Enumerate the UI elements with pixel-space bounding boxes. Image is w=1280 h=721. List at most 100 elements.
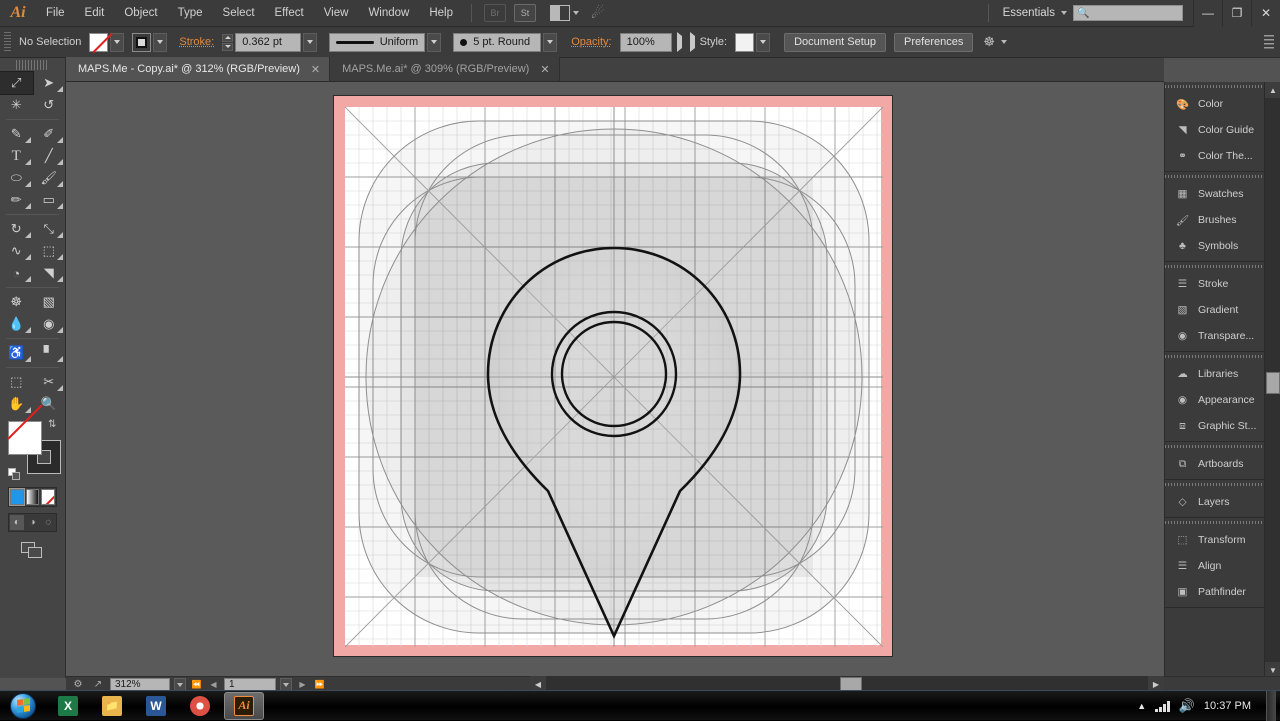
pencil-tool[interactable]: ✏ xyxy=(0,189,33,211)
menu-effect[interactable]: Effect xyxy=(265,0,314,27)
panel-pathfinder[interactable]: ▣ Pathfinder xyxy=(1165,579,1264,605)
curvature-tool[interactable]: ✐ xyxy=(33,123,66,145)
opacity-input[interactable]: 100% xyxy=(620,33,672,52)
fill-color-swatch-none[interactable] xyxy=(8,421,42,455)
blend-tool[interactable]: ◉ xyxy=(33,313,66,335)
stock-icon[interactable]: St xyxy=(514,4,536,22)
panel-menu-icon[interactable] xyxy=(1264,35,1274,49)
selection-tool[interactable]: ⤢ xyxy=(0,72,33,94)
stroke-profile-select[interactable]: Uniform xyxy=(329,33,425,52)
close-button[interactable]: ✕ xyxy=(1251,0,1280,27)
fill-swatch-none-icon[interactable] xyxy=(89,33,108,52)
menu-window[interactable]: Window xyxy=(358,0,419,27)
panel-transform[interactable]: ⬚ Transform xyxy=(1165,527,1264,553)
fill-swatch-group[interactable] xyxy=(89,33,124,52)
stroke-swatch-icon[interactable] xyxy=(132,33,151,52)
close-icon[interactable]: ✕ xyxy=(540,63,549,76)
scale-tool[interactable]: ⤡ xyxy=(33,218,66,240)
bridge-icon[interactable]: Br xyxy=(484,4,506,22)
panel-align[interactable]: ☰ Align xyxy=(1165,553,1264,579)
artboard-tool[interactable]: ⬚ xyxy=(0,371,33,393)
hscroll-thumb[interactable] xyxy=(840,677,862,691)
control-bar-overflow[interactable] xyxy=(1264,35,1280,49)
document-canvas[interactable] xyxy=(66,82,1164,678)
workspace-chevron-down-icon[interactable] xyxy=(1061,11,1067,15)
menu-object[interactable]: Object xyxy=(114,0,167,27)
start-button[interactable] xyxy=(0,691,46,721)
taskbar-item-chrome[interactable] xyxy=(180,692,220,720)
panel-color-themes[interactable]: ⚭ Color The... xyxy=(1165,143,1264,169)
panel-artboards[interactable]: ⧉ Artboards xyxy=(1165,451,1264,477)
free-transform-tool[interactable]: ⬚ xyxy=(33,240,66,262)
eraser-tool[interactable]: ▭ xyxy=(33,189,66,211)
menu-help[interactable]: Help xyxy=(419,0,463,27)
dock-group-grip[interactable] xyxy=(1165,82,1264,91)
stroke-weight-stepper[interactable] xyxy=(222,34,233,51)
show-desktop-button[interactable] xyxy=(1266,691,1276,721)
dock-group-grip[interactable] xyxy=(1165,352,1264,361)
style-flyout-icon[interactable] xyxy=(687,36,698,48)
fill-dropdown-button[interactable] xyxy=(110,33,124,52)
symbol-sprayer-tool[interactable]: ♿ xyxy=(0,342,33,364)
panel-libraries[interactable]: ☁ Libraries xyxy=(1165,361,1264,387)
clock[interactable]: 10:37 PM xyxy=(1204,700,1251,712)
menu-view[interactable]: View xyxy=(314,0,359,27)
line-segment-tool[interactable]: ╱ xyxy=(33,145,66,167)
panel-gradient[interactable]: ▧ Gradient xyxy=(1165,297,1264,323)
vertical-scrollbar[interactable]: ▲ ▼ xyxy=(1264,82,1280,678)
column-graph-tool[interactable]: ▘ xyxy=(33,342,66,364)
network-icon[interactable] xyxy=(1155,700,1170,712)
taskbar-item-file-explorer[interactable]: 📁 xyxy=(92,692,132,720)
opacity-flyout-icon[interactable] xyxy=(672,36,687,48)
panel-transparency[interactable]: ◉ Transpare... xyxy=(1165,323,1264,349)
dock-group-grip[interactable] xyxy=(1165,442,1264,451)
tools-panel-grip[interactable] xyxy=(16,60,49,70)
arrange-documents-button[interactable] xyxy=(548,4,581,22)
shape-builder-tool[interactable]: ◔ xyxy=(0,262,33,284)
workspace-label[interactable]: Essentials xyxy=(997,7,1061,19)
artboard-1[interactable] xyxy=(333,95,893,657)
panel-stroke[interactable]: ☰ Stroke xyxy=(1165,271,1264,297)
panel-swatches[interactable]: ▦ Swatches xyxy=(1165,181,1264,207)
show-hidden-icons-button[interactable]: ▲ xyxy=(1137,701,1146,711)
taskbar-item-illustrator[interactable]: Ai xyxy=(224,692,264,720)
minimize-button[interactable]: — xyxy=(1193,0,1222,27)
panel-graphic-styles[interactable]: ⧈ Graphic St... xyxy=(1165,413,1264,439)
menu-file[interactable]: File xyxy=(36,0,75,27)
color-button[interactable] xyxy=(10,489,24,505)
menu-type[interactable]: Type xyxy=(168,0,213,27)
dock-group-grip[interactable] xyxy=(1165,518,1264,527)
document-tab-active[interactable]: MAPS.Me - Copy.ai* @ 312% (RGB/Preview) … xyxy=(66,57,330,81)
panel-brushes[interactable]: 🖌 Brushes xyxy=(1165,207,1264,233)
lasso-tool[interactable]: ↺ xyxy=(33,94,66,116)
search-input[interactable]: 🔍 xyxy=(1073,5,1183,21)
scroll-up-button[interactable]: ▲ xyxy=(1265,82,1280,98)
menu-edit[interactable]: Edit xyxy=(75,0,115,27)
align-chevron-down-icon[interactable] xyxy=(1001,40,1007,44)
stroke-dropdown-button[interactable] xyxy=(153,33,167,52)
magic-wand-tool[interactable]: ✳ xyxy=(0,94,33,116)
swap-fill-stroke-icon[interactable]: ⇅ xyxy=(48,419,56,430)
brush-dropdown-button[interactable] xyxy=(543,33,557,52)
slice-tool[interactable]: ✂ xyxy=(33,371,66,393)
type-tool[interactable]: T xyxy=(0,145,33,167)
mesh-tool[interactable]: ☸ xyxy=(0,291,33,313)
change-screen-mode-button[interactable] xyxy=(21,542,45,560)
stroke-swatch-group[interactable] xyxy=(132,33,167,52)
document-setup-button[interactable]: Document Setup xyxy=(784,33,886,52)
dock-group-grip[interactable] xyxy=(1165,480,1264,489)
ellipse-tool[interactable]: ⬭ xyxy=(0,167,33,189)
align-flyout-icon[interactable]: ☸ xyxy=(983,34,995,50)
direct-selection-tool[interactable]: ➤ xyxy=(33,72,66,94)
document-tab-second[interactable]: MAPS.Me.ai* @ 309% (RGB/Preview) ✕ xyxy=(330,57,559,81)
default-fill-stroke-icon[interactable] xyxy=(8,468,21,481)
brush-definition-select[interactable]: 5 pt. Round xyxy=(453,33,541,52)
panel-color-guide[interactable]: ◥ Color Guide xyxy=(1165,117,1264,143)
draw-inside-button[interactable]: ◌ xyxy=(41,515,55,530)
pen-tool[interactable]: ✎ xyxy=(0,123,33,145)
gradient-tool[interactable]: ▧ xyxy=(33,291,66,313)
hand-tool[interactable]: ✋ xyxy=(0,393,33,415)
reset-essentials-icon[interactable]: ☄ xyxy=(591,4,617,22)
graphic-style-swatch[interactable] xyxy=(735,33,754,52)
dock-group-grip[interactable] xyxy=(1165,262,1264,271)
